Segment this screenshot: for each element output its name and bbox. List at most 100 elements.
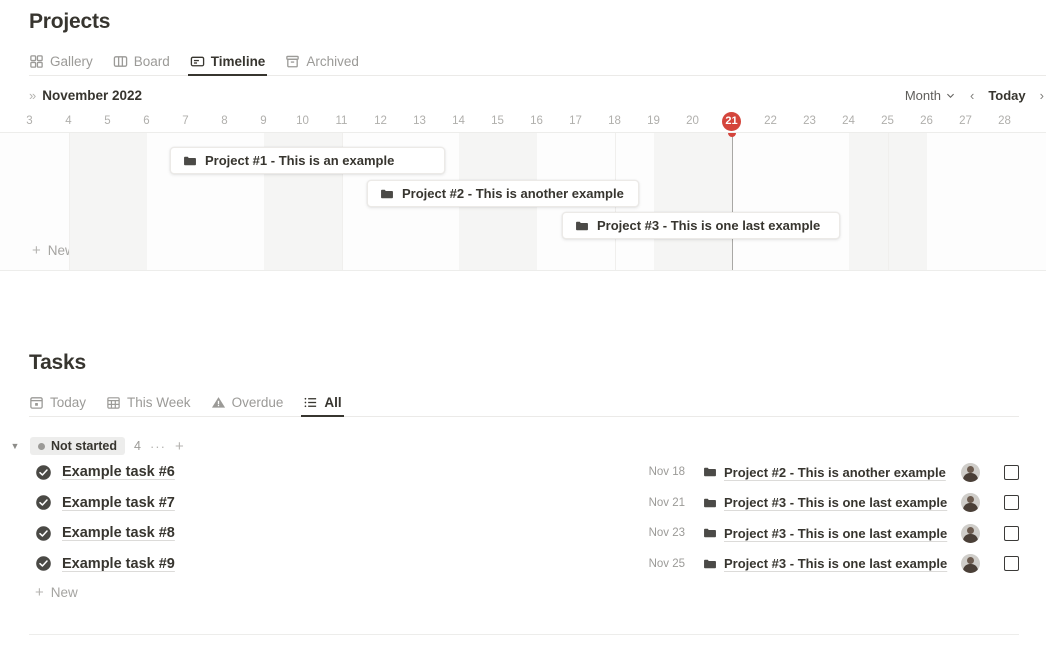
timeline-bar-label: Project #3 - This is one last example xyxy=(597,218,821,233)
timeline-day[interactable]: 12 xyxy=(361,110,400,132)
avatar[interactable] xyxy=(961,462,980,482)
task-checkbox[interactable] xyxy=(1004,556,1019,572)
timeline-day[interactable]: 22 xyxy=(751,110,790,132)
timeline-day[interactable]: 18 xyxy=(595,110,634,132)
tab-timeline[interactable]: Timeline xyxy=(187,54,267,76)
timeline-day[interactable]: 24 xyxy=(829,110,868,132)
timeline-day[interactable]: 8 xyxy=(205,110,244,132)
collapse-caret-icon[interactable]: ▼ xyxy=(9,441,21,451)
timeline-day[interactable]: 28 xyxy=(985,110,1024,132)
tab-this-week[interactable]: This Week xyxy=(106,395,191,416)
task-name-link[interactable]: Example task #9 xyxy=(62,556,175,572)
table-row[interactable]: Example task #8 Nov 23 Project #3 - This i… xyxy=(29,518,1019,549)
projects-view-tabs: Gallery Board Timeline Archived xyxy=(29,48,1046,76)
timeline-day[interactable]: 27 xyxy=(946,110,985,132)
timeline-bar[interactable]: Project #1 - This is an example xyxy=(170,147,445,174)
timeline-grid[interactable]: + New Project #1 - This is an example Pro… xyxy=(0,132,1046,271)
add-task-icon[interactable]: + xyxy=(175,439,184,454)
timeline-day[interactable]: 13 xyxy=(400,110,439,132)
task-group-count: 4 xyxy=(133,439,141,453)
task-project-link[interactable]: Project #3 - This is one last example xyxy=(703,526,951,541)
timeline-gridline xyxy=(68,133,70,270)
task-checkbox[interactable] xyxy=(1004,464,1019,480)
timeline-day[interactable]: 11 xyxy=(322,110,361,132)
folder-icon xyxy=(380,187,394,201)
timeline-day[interactable]: 26 xyxy=(907,110,946,132)
task-project-link[interactable]: Project #2 - This is another example xyxy=(703,465,951,480)
timeline-day[interactable]: 9 xyxy=(244,110,283,132)
timeline-day[interactable]: 16 xyxy=(517,110,556,132)
check-circle-icon[interactable] xyxy=(35,464,52,481)
tab-gallery[interactable]: Gallery xyxy=(29,54,93,75)
table-row[interactable]: Example task #9 Nov 25 Project #3 - This i… xyxy=(29,549,1019,580)
avatar[interactable] xyxy=(961,493,980,513)
timeline-day[interactable]: 10 xyxy=(283,110,322,132)
folder-icon xyxy=(703,496,717,510)
timeline-day[interactable]: 20 xyxy=(673,110,712,132)
folder-icon xyxy=(575,219,589,233)
chevron-double-right-icon[interactable]: » xyxy=(29,89,36,102)
avatar[interactable] xyxy=(961,554,980,574)
archive-box-icon xyxy=(285,54,300,69)
folder-icon xyxy=(703,526,717,540)
timeline-day[interactable]: 17 xyxy=(556,110,595,132)
timeline-bar-label: Project #2 - This is another example xyxy=(402,186,624,201)
tasks-new-label: New xyxy=(50,585,78,600)
check-circle-icon[interactable] xyxy=(35,555,52,572)
timeline-toolbar: » November 2022 Month ‹ Today › xyxy=(29,80,1046,110)
check-circle-icon[interactable] xyxy=(35,525,52,542)
task-due-date: Nov 23 xyxy=(648,527,685,540)
avatar-head xyxy=(967,496,974,504)
tasks-new-button[interactable]: + New xyxy=(35,585,1019,600)
task-project-link[interactable]: Project #3 - This is one last example xyxy=(703,556,951,571)
status-badge[interactable]: Not started xyxy=(30,437,125,455)
timeline-bar[interactable]: Project #2 - This is another example xyxy=(367,180,639,207)
tab-overdue[interactable]: Overdue xyxy=(211,395,283,416)
timeline-day[interactable]: 4 xyxy=(49,110,88,132)
timeline-weekend-shade xyxy=(68,133,147,270)
task-checkbox[interactable] xyxy=(1004,525,1019,541)
task-due-date: Nov 25 xyxy=(648,557,685,570)
task-checkbox[interactable] xyxy=(1004,495,1019,511)
tab-board[interactable]: Board xyxy=(113,54,170,75)
task-name-link[interactable]: Example task #8 xyxy=(62,525,175,541)
tab-all[interactable]: All xyxy=(301,395,344,417)
list-icon xyxy=(303,395,318,410)
timeline-day[interactable]: 6 xyxy=(127,110,166,132)
check-circle-icon[interactable] xyxy=(35,494,52,511)
timeline-day[interactable]: 23 xyxy=(790,110,829,132)
timeline-bar[interactable]: Project #3 - This is one last example xyxy=(562,212,840,239)
tab-label: Gallery xyxy=(50,54,93,69)
timeline-day[interactable]: 5 xyxy=(88,110,127,132)
calendar-today-icon xyxy=(29,395,44,410)
table-row[interactable]: Example task #6 Nov 18 Project #2 - This i… xyxy=(29,457,1019,488)
today-pill: 21 xyxy=(722,112,741,131)
timeline-scale-select[interactable]: Month xyxy=(905,88,956,103)
tab-archived[interactable]: Archived xyxy=(285,54,359,75)
tab-label: Timeline xyxy=(210,54,266,69)
tab-today[interactable]: Today xyxy=(29,395,86,416)
timeline-day[interactable]: 7 xyxy=(166,110,205,132)
timeline-day[interactable]: 3 xyxy=(10,110,49,132)
timeline-wrapper: 3 4 5 6 7 8 9 10 11 12 13 14 15 16 17 18 19 20 21 22 23 24 25 2… xyxy=(0,110,1046,271)
timeline-day[interactable]: 25 xyxy=(868,110,907,132)
timeline-prev-button[interactable]: ‹ xyxy=(970,88,974,103)
timeline-next-button[interactable]: › xyxy=(1040,88,1044,103)
avatar[interactable] xyxy=(961,523,980,543)
task-group-header: ▼ Not started 4 ··· + xyxy=(9,435,1019,457)
table-row[interactable]: Example task #7 Nov 21 Project #3 - This i… xyxy=(29,488,1019,519)
task-project-label: Project #3 - This is one last example xyxy=(724,525,948,541)
timeline-day[interactable]: 19 xyxy=(634,110,673,132)
task-name-link[interactable]: Example task #7 xyxy=(62,495,175,511)
timeline-day[interactable]: 15 xyxy=(478,110,517,132)
task-name-link[interactable]: Example task #6 xyxy=(62,464,175,480)
timeline-day-today[interactable]: 21 xyxy=(712,110,751,132)
timeline-today-button[interactable]: Today xyxy=(988,88,1025,103)
timeline-day[interactable]: 14 xyxy=(439,110,478,132)
timeline-today-line xyxy=(728,133,737,270)
status-label: Not started xyxy=(51,439,117,453)
timeline-controls: Month ‹ Today › xyxy=(905,88,1044,103)
board-columns-icon xyxy=(113,54,128,69)
more-options-icon[interactable]: ··· xyxy=(150,439,166,454)
task-project-link[interactable]: Project #3 - This is one last example xyxy=(703,495,951,510)
